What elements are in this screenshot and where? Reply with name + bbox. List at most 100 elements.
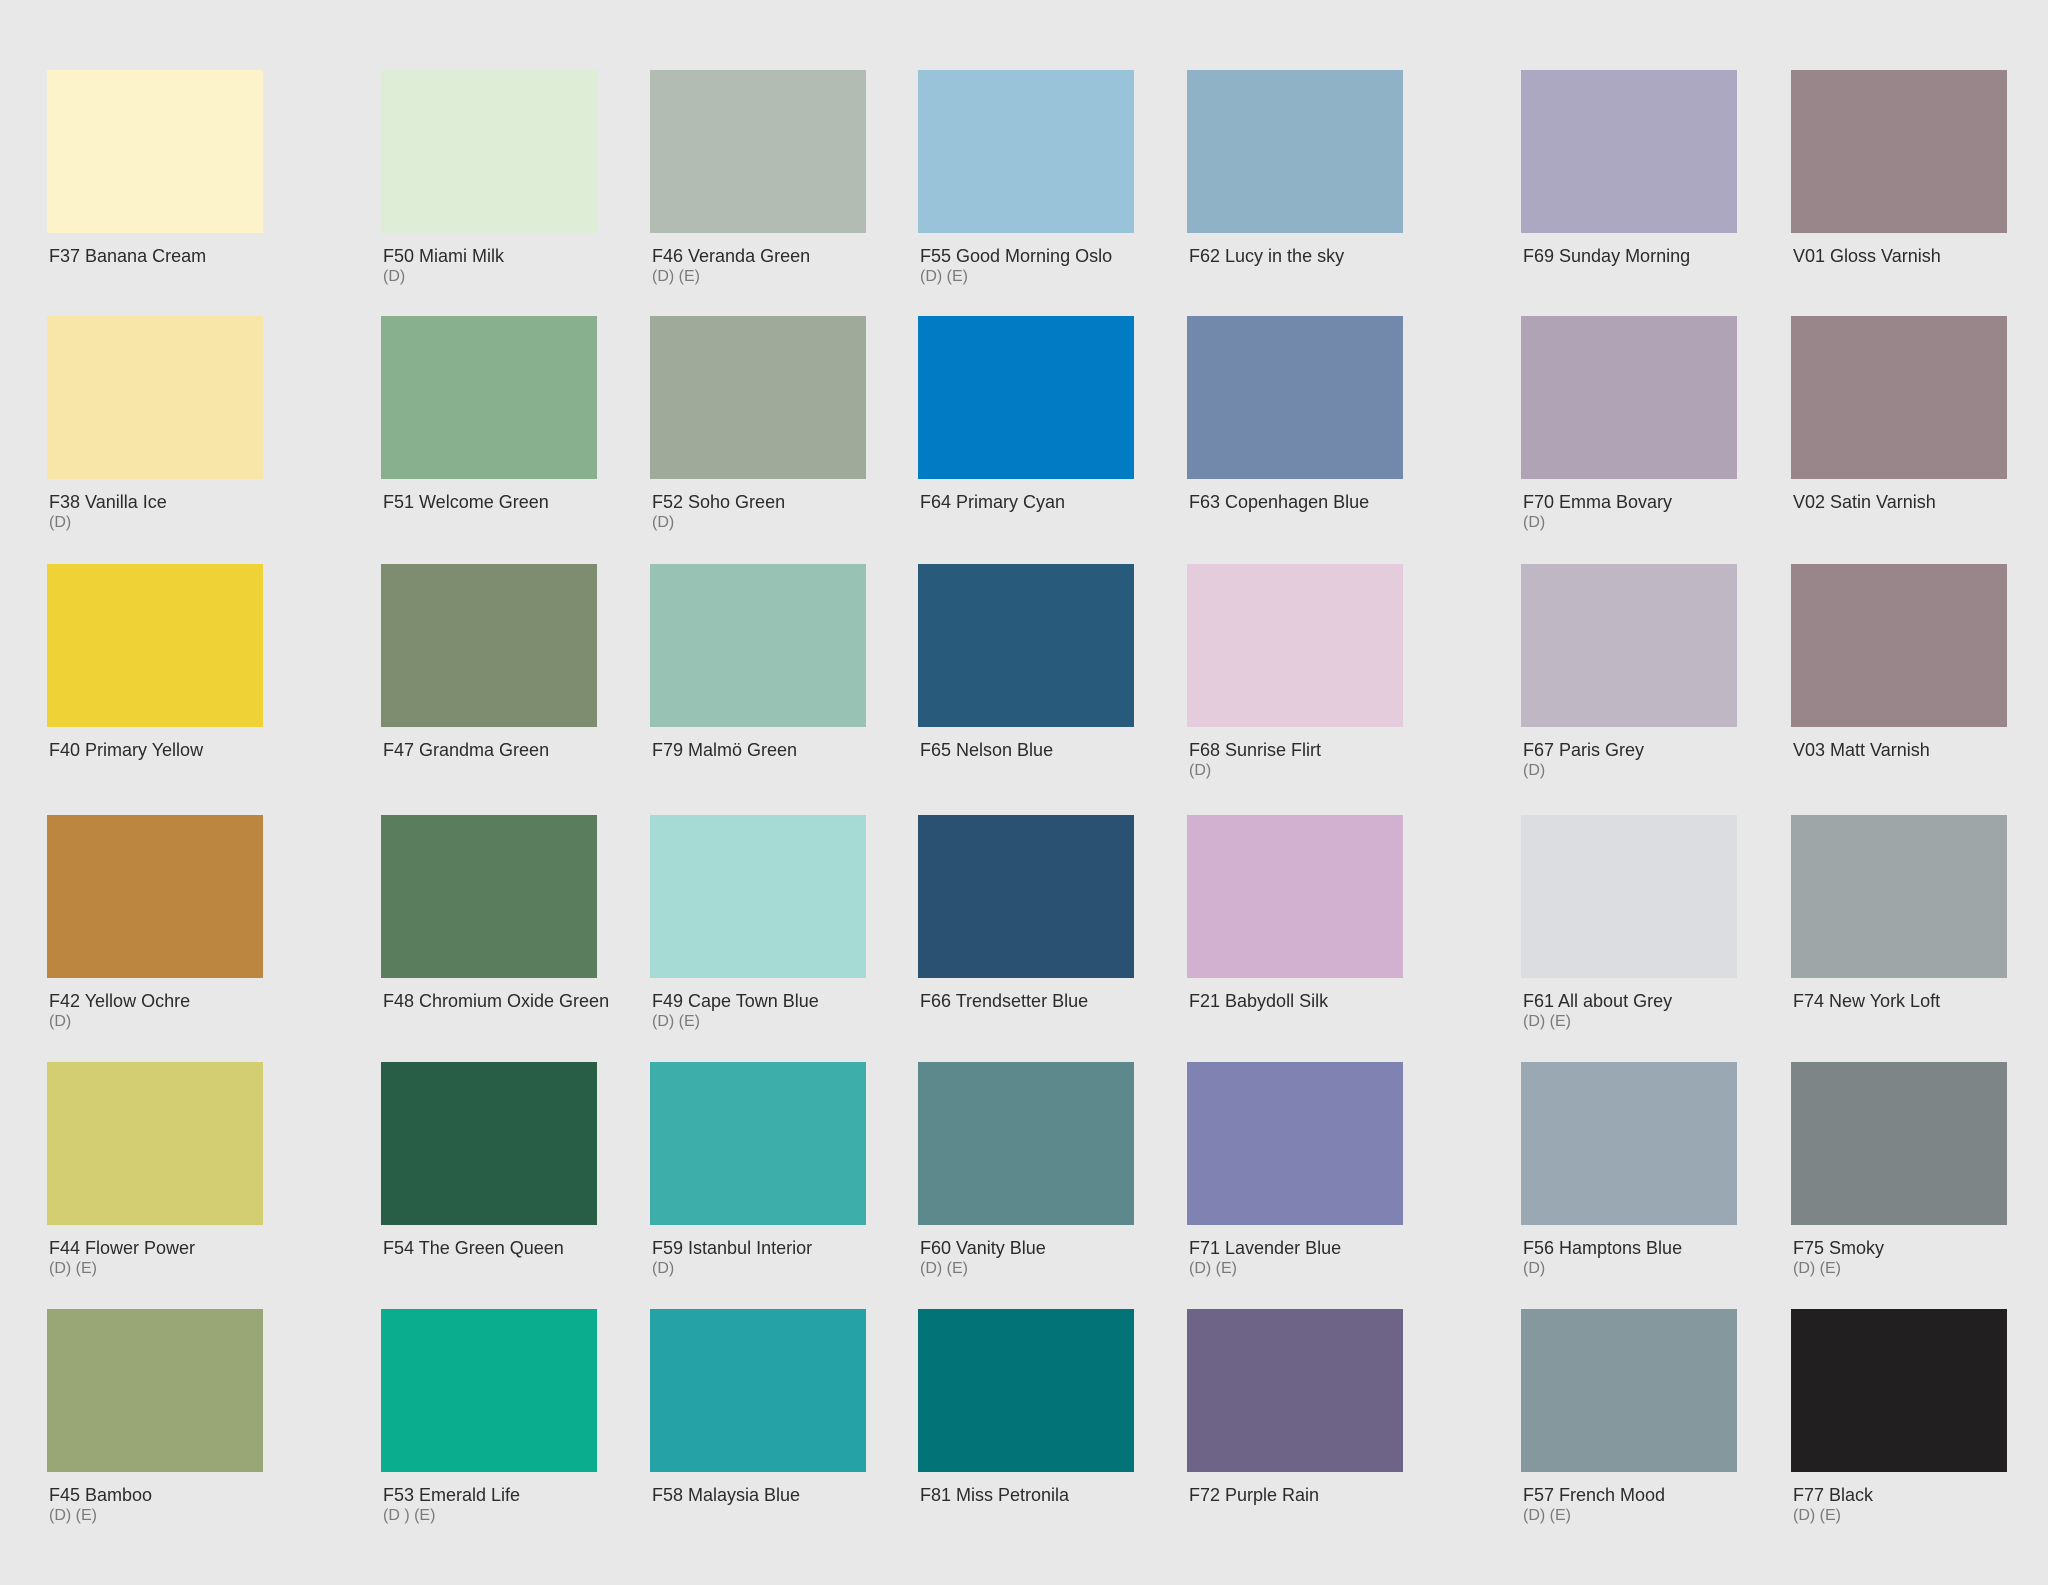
color-swatch <box>47 564 263 727</box>
swatch-note: (D) <box>1523 514 1546 531</box>
color-swatch <box>1791 564 2007 727</box>
color-swatch <box>381 815 597 978</box>
color-swatch <box>1187 815 1403 978</box>
color-swatch <box>650 1309 866 1472</box>
swatch-label: F65 Nelson Blue <box>920 740 1054 760</box>
color-swatch <box>1791 1309 2007 1472</box>
color-swatch <box>1521 564 1737 727</box>
swatch-label: F52 Soho Green <box>652 492 786 512</box>
color-swatch <box>381 1062 597 1225</box>
swatch-note: (D) <box>652 514 675 531</box>
color-swatch <box>1521 70 1737 233</box>
swatch-label: F62 Lucy in the sky <box>1189 246 1345 266</box>
swatch-label: F71 Lavender Blue <box>1189 1238 1342 1258</box>
color-swatch <box>918 1062 1134 1225</box>
color-swatch <box>1187 564 1403 727</box>
color-swatch <box>1521 316 1737 479</box>
swatch-note: (D) (E) <box>1793 1507 1841 1524</box>
color-swatch <box>1521 1062 1737 1225</box>
swatch-label: F70 Emma Bovary <box>1523 492 1673 512</box>
swatch-label: F37 Banana Cream <box>49 246 207 266</box>
color-swatch <box>1521 1309 1737 1472</box>
color-swatch <box>1187 70 1403 233</box>
swatch-note: (D) <box>1523 1260 1546 1277</box>
color-swatch <box>47 815 263 978</box>
swatch-label: F21 Babydoll Silk <box>1189 991 1329 1011</box>
color-swatch <box>381 564 597 727</box>
swatch-label: F48 Chromium Oxide Green <box>383 991 610 1011</box>
swatch-label: F49 Cape Town Blue <box>652 991 819 1011</box>
swatch-note: (D ) (E) <box>383 1507 436 1524</box>
swatch-label: F75 Smoky <box>1793 1238 1885 1258</box>
swatch-label: F69 Sunday Morning <box>1523 246 1691 266</box>
swatch-note: (D) (E) <box>49 1507 97 1524</box>
color-swatch <box>918 70 1134 233</box>
swatch-label: F64 Primary Cyan <box>920 492 1066 512</box>
swatch-label: F81 Miss Petronila <box>920 1485 1070 1505</box>
color-swatch <box>918 815 1134 978</box>
swatch-label: F38 Vanilla Ice <box>49 492 167 512</box>
color-swatch <box>47 316 263 479</box>
color-swatch <box>918 1309 1134 1472</box>
color-swatch <box>1791 1062 2007 1225</box>
swatch-label: V02 Satin Varnish <box>1793 492 1936 512</box>
swatch-label: F56 Hamptons Blue <box>1523 1238 1683 1258</box>
swatch-label: V03 Matt Varnish <box>1793 740 1930 760</box>
color-swatch <box>650 70 866 233</box>
color-swatch <box>1187 316 1403 479</box>
color-swatch <box>381 316 597 479</box>
swatch-label: F67 Paris Grey <box>1523 740 1645 760</box>
swatch-label: F51 Welcome Green <box>383 492 549 512</box>
swatch-note: (D) <box>49 1013 72 1030</box>
swatch-label: F66 Trendsetter Blue <box>920 991 1089 1011</box>
swatch-note: (D) <box>49 514 72 531</box>
swatch-label: F74 New York Loft <box>1793 991 1941 1011</box>
swatch-label: F58 Malaysia Blue <box>652 1485 801 1505</box>
color-swatch <box>650 1062 866 1225</box>
color-swatch <box>918 564 1134 727</box>
swatch-label: F60 Vanity Blue <box>920 1238 1046 1258</box>
color-swatch <box>47 1062 263 1225</box>
swatch-label: F40 Primary Yellow <box>49 740 204 760</box>
color-swatch <box>381 1309 597 1472</box>
color-swatch <box>1521 815 1737 978</box>
swatch-note: (D) (E) <box>1523 1507 1571 1524</box>
swatch-label: F59 Istanbul Interior <box>652 1238 813 1258</box>
swatch-label: F45 Bamboo <box>49 1485 153 1505</box>
swatch-label: F47 Grandma Green <box>383 740 550 760</box>
swatch-note: (D) (E) <box>1793 1260 1841 1277</box>
swatch-label: F54 The Green Queen <box>383 1238 564 1258</box>
swatch-label: F53 Emerald Life <box>383 1485 521 1505</box>
swatch-label: F68 Sunrise Flirt <box>1189 740 1322 760</box>
swatch-label: F42 Yellow Ochre <box>49 991 191 1011</box>
swatch-label: F77 Black <box>1793 1485 1874 1505</box>
color-swatch <box>1187 1309 1403 1472</box>
swatch-label: F46 Veranda Green <box>652 246 811 266</box>
swatch-note: (D) (E) <box>1189 1260 1237 1277</box>
swatch-label: V01 Gloss Varnish <box>1793 246 1941 266</box>
color-chart: F37 Banana Cream F50 Miami Milk (D) F46 Ver… <box>0 0 2048 1585</box>
swatch-note: (D) (E) <box>1523 1013 1571 1030</box>
swatch-label: F63 Copenhagen Blue <box>1189 492 1370 512</box>
swatch-note: (D) <box>383 268 406 285</box>
swatch-label: F55 Good Morning Oslo <box>920 246 1113 266</box>
swatch-note: (D) <box>1189 762 1212 779</box>
swatch-note: (D) (E) <box>652 1013 700 1030</box>
color-swatch <box>1791 316 2007 479</box>
swatch-label: F72 Purple Rain <box>1189 1485 1320 1505</box>
color-swatch <box>47 70 263 233</box>
color-swatch <box>650 564 866 727</box>
swatch-note: (D) (E) <box>920 268 968 285</box>
swatch-note: (D) (E) <box>920 1260 968 1277</box>
color-swatch <box>650 815 866 978</box>
swatch-note: (D) <box>652 1260 675 1277</box>
color-swatch <box>1791 815 2007 978</box>
swatch-note: (D) (E) <box>652 268 700 285</box>
color-swatch <box>1791 70 2007 233</box>
swatch-label: F79 Malmö Green <box>652 740 798 760</box>
swatch-label: F50 Miami Milk <box>383 246 505 266</box>
swatch-note: (D) (E) <box>49 1260 97 1277</box>
swatch-note: (D) <box>1523 762 1546 779</box>
swatch-label: F44 Flower Power <box>49 1238 196 1258</box>
color-swatch <box>47 1309 263 1472</box>
